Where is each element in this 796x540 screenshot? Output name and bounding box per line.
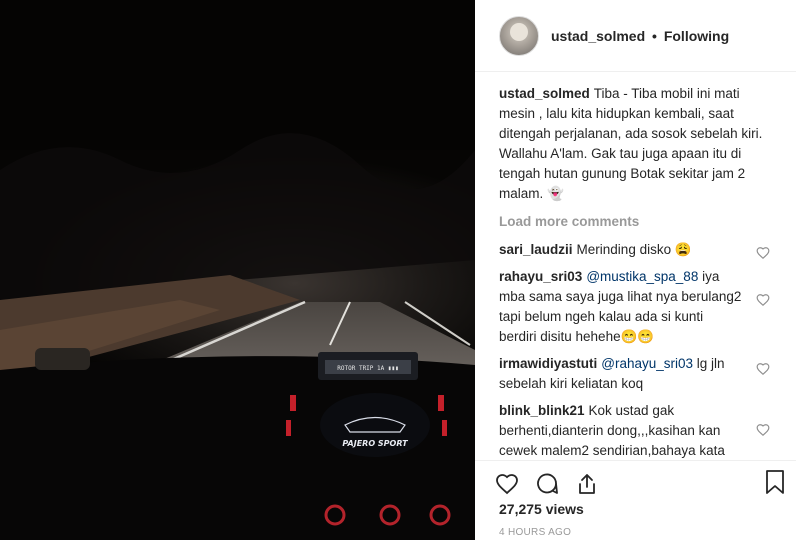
comment-username[interactable]: rahayu_sri03 xyxy=(499,269,582,284)
dashboard-display-text: PAJERO SPORT xyxy=(342,439,408,448)
share-icon[interactable] xyxy=(575,472,599,496)
comment-mention[interactable]: @mustika_spa_88 xyxy=(586,269,698,284)
avatar[interactable] xyxy=(499,15,539,56)
comment-username[interactable]: irmawidiyastuti xyxy=(499,356,597,371)
like-comment-heart-icon[interactable] xyxy=(756,362,770,376)
comment-username[interactable]: sari_laudzii xyxy=(499,242,573,257)
like-comment-heart-icon[interactable] xyxy=(756,293,770,307)
post-timestamp[interactable]: 4 HOURS AGO xyxy=(475,527,796,538)
separator-dot: • xyxy=(652,27,657,44)
like-comment-heart-icon[interactable] xyxy=(756,423,770,437)
night-road-scene: ROTOR TRIP 1A ▮▮▮ PAJERO SPORT xyxy=(0,0,475,540)
like-comment-heart-icon[interactable] xyxy=(756,246,770,260)
comment-item: blink_blink21 Kok ustad gak berhenti,dian… xyxy=(499,401,776,460)
caption-text: Tiba - Tiba mobil ini mati mesin , lalu … xyxy=(499,86,763,201)
post-video[interactable]: ROTOR TRIP 1A ▮▮▮ PAJERO SPORT xyxy=(0,0,475,540)
save-bookmark-icon[interactable] xyxy=(764,469,786,495)
following-button[interactable]: Following xyxy=(664,28,729,44)
like-heart-icon[interactable] xyxy=(495,472,519,496)
comment-mention[interactable]: @rahayu_sri03 xyxy=(601,356,693,371)
post-header: ustad_solmed • Following xyxy=(475,0,796,72)
load-more-comments-button[interactable]: Load more comments xyxy=(499,212,776,232)
comment-bubble-icon[interactable] xyxy=(535,472,559,496)
comment-item: irmawidiyastuti @rahayu_sri03 lg jln sebe… xyxy=(499,354,776,394)
comment-item: rahayu_sri03 @mustika_spa_88 iya mba sama… xyxy=(499,267,776,347)
views-count[interactable]: 27,275 views xyxy=(475,501,796,517)
caption-username[interactable]: ustad_solmed xyxy=(499,86,590,101)
comment-item: sari_laudzii Merinding disko 😩 xyxy=(499,240,776,260)
post-sidebar: ustad_solmed • Following ustad_solmed Tib… xyxy=(475,0,796,540)
post-actions: 27,275 views 4 HOURS AGO xyxy=(475,460,796,538)
author-username[interactable]: ustad_solmed xyxy=(551,28,645,44)
comment-text: Merinding disko 😩 xyxy=(576,242,692,257)
comments-section: ustad_solmed Tiba - Tiba mobil ini mati m… xyxy=(499,84,776,460)
svg-text:ROTOR TRIP 1A ▮▮▮: ROTOR TRIP 1A ▮▮▮ xyxy=(337,365,398,372)
post-caption: ustad_solmed Tiba - Tiba mobil ini mati m… xyxy=(499,84,776,204)
comment-username[interactable]: blink_blink21 xyxy=(499,403,585,418)
